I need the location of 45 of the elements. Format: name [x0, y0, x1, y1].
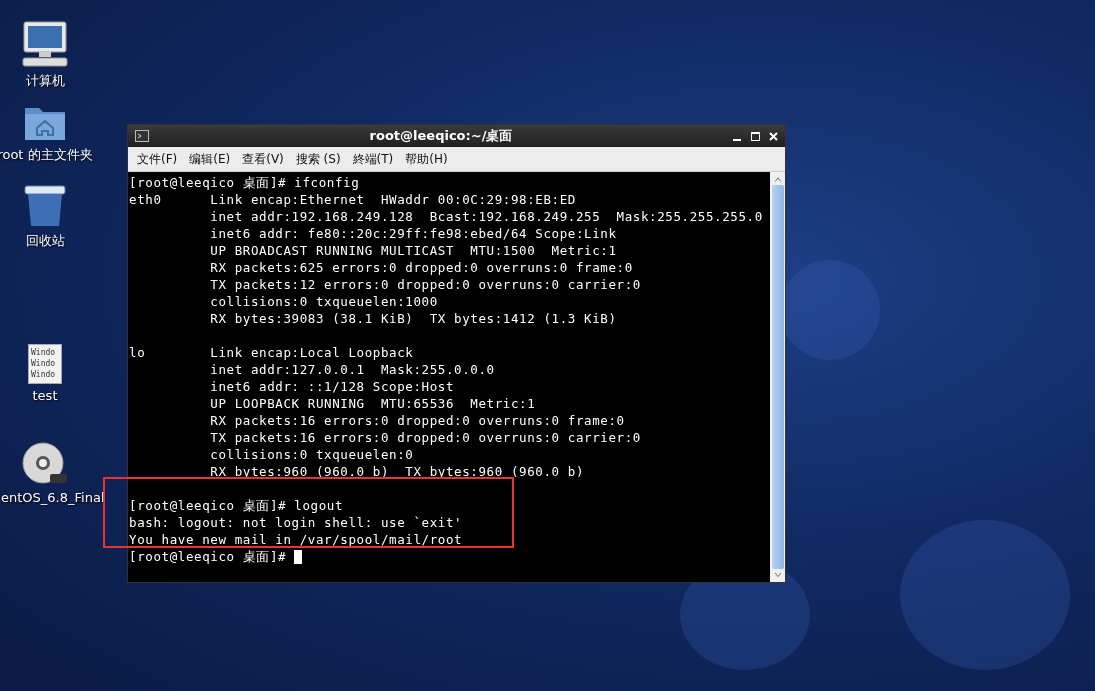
trash-icon[interactable] — [23, 184, 67, 228]
close-icon[interactable] — [769, 131, 778, 141]
terminal-line: inet6 addr: ::1/128 Scope:Host — [209, 378, 455, 395]
text-file-icon[interactable]: Windo Windo Windo — [28, 344, 62, 384]
terminal-line: RX bytes:39083 (38.1 KiB) TX bytes:1412 (1.3 KiB) — [209, 310, 617, 327]
terminal-line: collisions:0 txqueuelen:1000 — [209, 293, 438, 310]
terminal-line: [root@leeqico 桌面]# ifconfig — [129, 174, 360, 191]
file-preview-text: Windo — [31, 347, 57, 358]
menu-item[interactable]: 帮助(H) — [400, 148, 453, 170]
terminal-icon — [135, 130, 149, 142]
desktop-icon-label[interactable]: entOS_6.8_Final — [0, 490, 105, 505]
terminal-line: You have new mail in /var/spool/mail/root — [129, 531, 463, 548]
text-cursor — [294, 549, 303, 564]
desktop-icon-label[interactable]: 计算机 — [25, 72, 65, 90]
terminal-line: RX packets:625 errors:0 dropped:0 overruns:0 frame:0 — [209, 259, 633, 276]
terminal-line: TX packets:16 errors:0 dropped:0 overruns:0 carrier:0 — [209, 429, 641, 446]
terminal-line: [root@leeqico 桌面]# logout — [129, 497, 344, 514]
menu-item[interactable]: 搜索 (S) — [290, 148, 346, 170]
terminal-line: bash: logout: not login shell: use `exit' — [129, 514, 463, 531]
menu-item[interactable]: 終端(T) — [347, 148, 399, 170]
menu-item[interactable]: 编辑(E) — [184, 148, 236, 170]
dvd-disc-icon[interactable] — [22, 442, 68, 486]
scroll-thumb[interactable] — [771, 185, 784, 569]
terminal-line: TX packets:12 errors:0 dropped:0 overruns:0 carrier:0 — [209, 276, 641, 293]
desktop-icon-label[interactable]: 回收站 — [25, 232, 65, 250]
terminal-line: lo Link encap:Local Loopback — [129, 344, 414, 361]
terminal-line: RX bytes:960 (960.0 b) TX bytes:960 (960.0 b) — [209, 463, 585, 480]
computer-icon[interactable] — [21, 20, 69, 68]
terminal-line: RX packets:16 errors:0 dropped:0 overruns:0 frame:0 — [209, 412, 625, 429]
terminal-line: inet addr:127.0.0.1 Mask:255.0.0.0 — [209, 361, 495, 378]
maximize-icon[interactable] — [751, 131, 760, 141]
terminal-line: UP LOOPBACK RUNNING MTU:65536 Metric:1 — [209, 395, 536, 412]
desktop-icon-label[interactable]: test — [32, 388, 58, 403]
menu-item[interactable]: 文件(F) — [132, 148, 183, 170]
terminal-line: collisions:0 txqueuelen:0 — [209, 446, 414, 463]
scrollbar[interactable] — [770, 172, 785, 582]
menu-item[interactable]: 查看(V) — [237, 148, 289, 170]
file-preview-text: Windo — [31, 369, 57, 380]
window-title: root@leeqico:~/桌面 — [368, 127, 514, 145]
terminal-line: [root@leeqico 桌面]# — [129, 548, 288, 565]
terminal-line: inet addr:192.168.249.128 Bcast:192.168.249.255 Mask:255.255.255.0 — [209, 208, 763, 225]
terminal-line: UP BROADCAST RUNNING MULTICAST MTU:1500 Metric:1 — [209, 242, 617, 259]
file-preview-text: Windo — [31, 358, 57, 369]
terminal-line: eth0 Link encap:Ethernet HWaddr 00:0C:29:98:EB:ED — [129, 191, 576, 208]
terminal-line: inet6 addr: fe80::20c:29ff:fe98:ebed/64 Scope:Link — [209, 225, 617, 242]
